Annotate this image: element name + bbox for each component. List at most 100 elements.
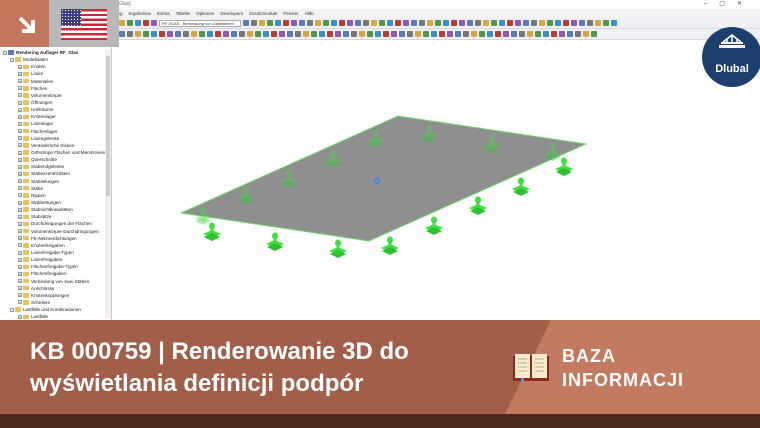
tree-item[interactable]: + Linienfreigaben [0, 256, 111, 263]
expand-icon[interactable]: + [18, 243, 22, 248]
toolbar-icon[interactable] [255, 31, 261, 37]
toolbar-icon[interactable] [547, 20, 553, 26]
toolbar-icon[interactable] [143, 20, 149, 26]
tree-item[interactable]: + Rippen [0, 192, 111, 199]
toolbar-icon[interactable] [443, 20, 449, 26]
toolbar-icon[interactable] [363, 20, 369, 26]
menu-item[interactable]: Ergebnisse [129, 11, 152, 16]
toolbar-icon[interactable] [595, 20, 601, 26]
toolbar-icon[interactable] [431, 31, 437, 37]
toolbar-icon[interactable] [503, 31, 509, 37]
expand-icon[interactable]: + [18, 186, 22, 191]
toolbar-icon[interactable] [343, 31, 349, 37]
expand-icon[interactable]: + [18, 250, 22, 255]
toolbar-icon[interactable] [515, 20, 521, 26]
expand-icon[interactable]: + [18, 271, 22, 276]
toolbar-icon[interactable] [151, 20, 157, 26]
toolbar-icon[interactable] [403, 20, 409, 26]
toolbar-icon[interactable] [355, 20, 361, 26]
tree-item[interactable]: + Stabsätze [0, 213, 111, 220]
toolbar-icon[interactable] [287, 31, 293, 37]
tree-item[interactable]: + Anschlüsse [0, 285, 111, 292]
toolbar-icon[interactable] [223, 31, 229, 37]
toolbar-icon[interactable] [335, 31, 341, 37]
tree-item[interactable]: + Orthotrope Flächen und Membranen [0, 149, 111, 156]
toolbar-icon[interactable] [283, 20, 289, 26]
tree-item[interactable]: - Modelldaten [0, 56, 111, 63]
expand-icon[interactable]: + [18, 143, 22, 148]
toolbar-icon[interactable] [451, 20, 457, 26]
toolbar-icon[interactable] [339, 20, 345, 26]
toolbar-icon[interactable] [359, 31, 365, 37]
toolbar-icon[interactable] [427, 20, 433, 26]
tree-item[interactable]: + Stäbe [0, 185, 111, 192]
tree-item[interactable]: + Lastfälle [0, 313, 111, 320]
expand-icon[interactable]: + [18, 293, 22, 298]
toolbar-icon[interactable] [175, 31, 181, 37]
toolbar-icon[interactable] [455, 31, 461, 37]
toolbar-icon[interactable] [199, 31, 205, 37]
tree-item[interactable]: + Materialien [0, 78, 111, 85]
expand-icon[interactable]: + [18, 221, 22, 226]
toolbar-icon[interactable] [251, 20, 257, 26]
tree-item[interactable]: + Scheiben [0, 299, 111, 306]
toolbar-icon[interactable] [531, 20, 537, 26]
tree-item[interactable]: + Stabbettungen [0, 199, 111, 206]
toolbar-icon[interactable] [331, 20, 337, 26]
toolbar-icon[interactable] [583, 31, 589, 37]
menu-item[interactable]: Hilfe [305, 11, 314, 16]
expand-icon[interactable]: + [18, 171, 22, 176]
toolbar-icon[interactable] [151, 31, 157, 37]
expand-icon[interactable]: - [10, 307, 14, 312]
toolbar-icon[interactable] [347, 20, 353, 26]
toolbar-icon[interactable] [559, 31, 565, 37]
tree-item[interactable]: + Stabnichtlinearitäten [0, 206, 111, 213]
toolbar-icon[interactable] [183, 31, 189, 37]
expand-icon[interactable]: + [18, 136, 22, 141]
tree-item[interactable]: + Linienfreigabe-Typen [0, 249, 111, 256]
toolbar-icon[interactable] [611, 20, 617, 26]
tree-root[interactable]: - Rendering Auflager RF_Glas [0, 49, 111, 56]
expand-icon[interactable]: + [18, 179, 22, 184]
expand-icon[interactable]: - [10, 57, 14, 62]
toolbar-icon[interactable] [459, 20, 465, 26]
toolbar-icon[interactable] [419, 20, 425, 26]
navigator-scrollbar[interactable] [105, 50, 111, 318]
toolbar-icon[interactable] [423, 31, 429, 37]
toolbar-icon[interactable] [475, 20, 481, 26]
tree-item[interactable]: + Linien [0, 70, 111, 77]
expand-icon[interactable]: + [18, 157, 22, 162]
tree-item[interactable]: + Stabexzentrizitäten [0, 170, 111, 177]
expand-icon[interactable]: + [18, 286, 22, 291]
toolbar-icon[interactable] [571, 20, 577, 26]
expand-icon[interactable]: + [18, 300, 22, 305]
tree-item[interactable]: + Öffnungen [0, 99, 111, 106]
expand-icon[interactable]: + [18, 129, 22, 134]
toolbar-icon[interactable] [323, 20, 329, 26]
tree-item[interactable]: + Knotenkopplungen [0, 292, 111, 299]
window-controls[interactable]: –▢✕ [704, 0, 754, 9]
toolbar-icon[interactable] [575, 31, 581, 37]
toolbar-icon[interactable] [511, 31, 517, 37]
toolbar-icon[interactable] [555, 20, 561, 26]
toolbar-icon[interactable] [387, 20, 393, 26]
toolbar-icon[interactable] [159, 31, 165, 37]
toolbar-icon[interactable] [507, 20, 513, 26]
expand-icon[interactable]: + [18, 214, 22, 219]
expand-icon[interactable]: + [18, 150, 22, 155]
toolbar-icon[interactable] [447, 31, 453, 37]
expand-icon[interactable]: + [18, 121, 22, 126]
toolbar-icon[interactable] [263, 31, 269, 37]
toolbar-icon[interactable] [579, 20, 585, 26]
expand-icon[interactable]: + [18, 79, 22, 84]
toolbar-icon[interactable] [327, 31, 333, 37]
toolbar-icon[interactable] [379, 20, 385, 26]
toolbar-icon[interactable] [207, 31, 213, 37]
tree-item[interactable]: + Durchdringungen der Flächen [0, 220, 111, 227]
expand-icon[interactable]: + [18, 86, 22, 91]
tree-item[interactable]: + Linienlager [0, 120, 111, 127]
expand-icon[interactable]: + [18, 229, 22, 234]
toolbar-icon[interactable] [307, 20, 313, 26]
toolbar-icon[interactable] [435, 20, 441, 26]
expand-icon[interactable]: + [18, 93, 22, 98]
